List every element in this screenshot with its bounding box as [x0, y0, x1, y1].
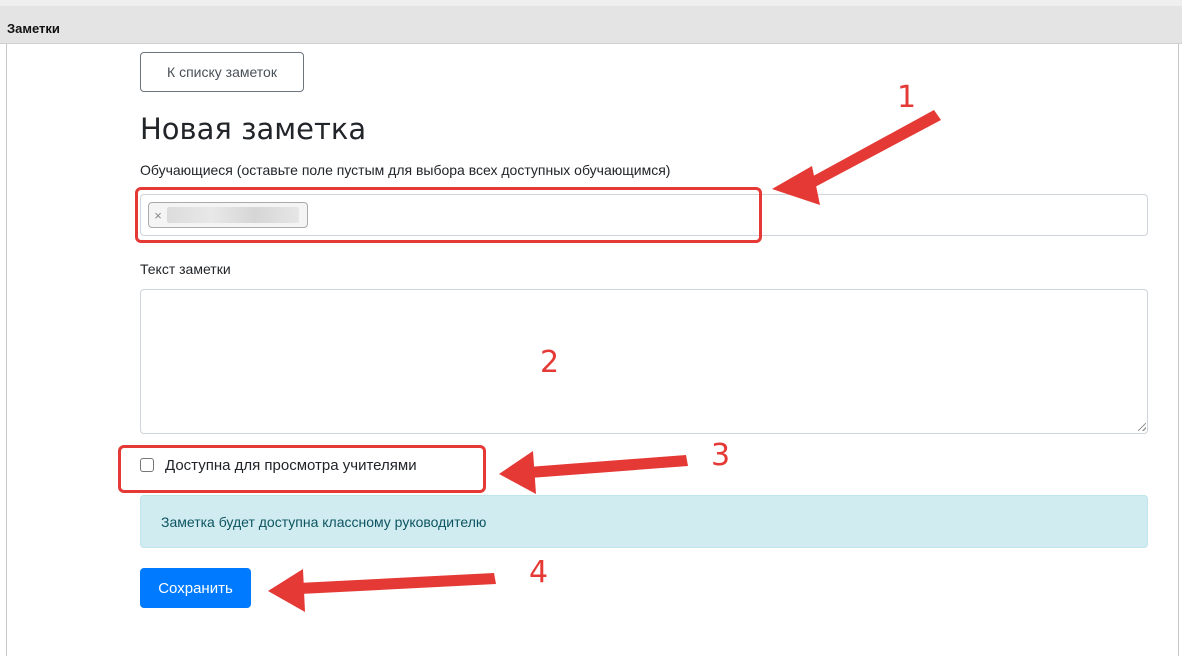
info-alert-text: Заметка будет доступна классному руковод…: [161, 513, 487, 530]
info-alert: Заметка будет доступна классному руковод…: [140, 495, 1148, 548]
panel-left-border: [6, 44, 7, 656]
students-label: Обучающиеся (оставьте поле пустым для вы…: [140, 162, 671, 178]
panel-right-border: [1178, 44, 1179, 656]
page-title: Новая заметка: [140, 112, 367, 146]
annotation-box-students: [135, 187, 762, 243]
titlebar-strip: [0, 0, 1182, 6]
window-titlebar: Заметки: [0, 0, 1182, 44]
annotation-arrow-4: [268, 569, 496, 612]
back-to-list-button[interactable]: К списку заметок: [140, 52, 304, 92]
window-title: Заметки: [7, 21, 60, 36]
note-text-label: Текст заметки: [140, 261, 231, 277]
annotation-arrow-1: [772, 110, 941, 205]
annotation-arrow-3: [499, 451, 688, 494]
save-button[interactable]: Сохранить: [140, 568, 251, 608]
annotation-number-1: 1: [897, 80, 917, 115]
note-textarea[interactable]: [140, 289, 1148, 434]
textarea-resize-handle[interactable]: [1138, 423, 1146, 431]
annotation-box-checkbox: [118, 445, 486, 493]
annotation-number-3: 3: [711, 438, 731, 473]
annotation-number-2: 2: [540, 345, 560, 380]
annotation-number-4: 4: [529, 555, 549, 590]
